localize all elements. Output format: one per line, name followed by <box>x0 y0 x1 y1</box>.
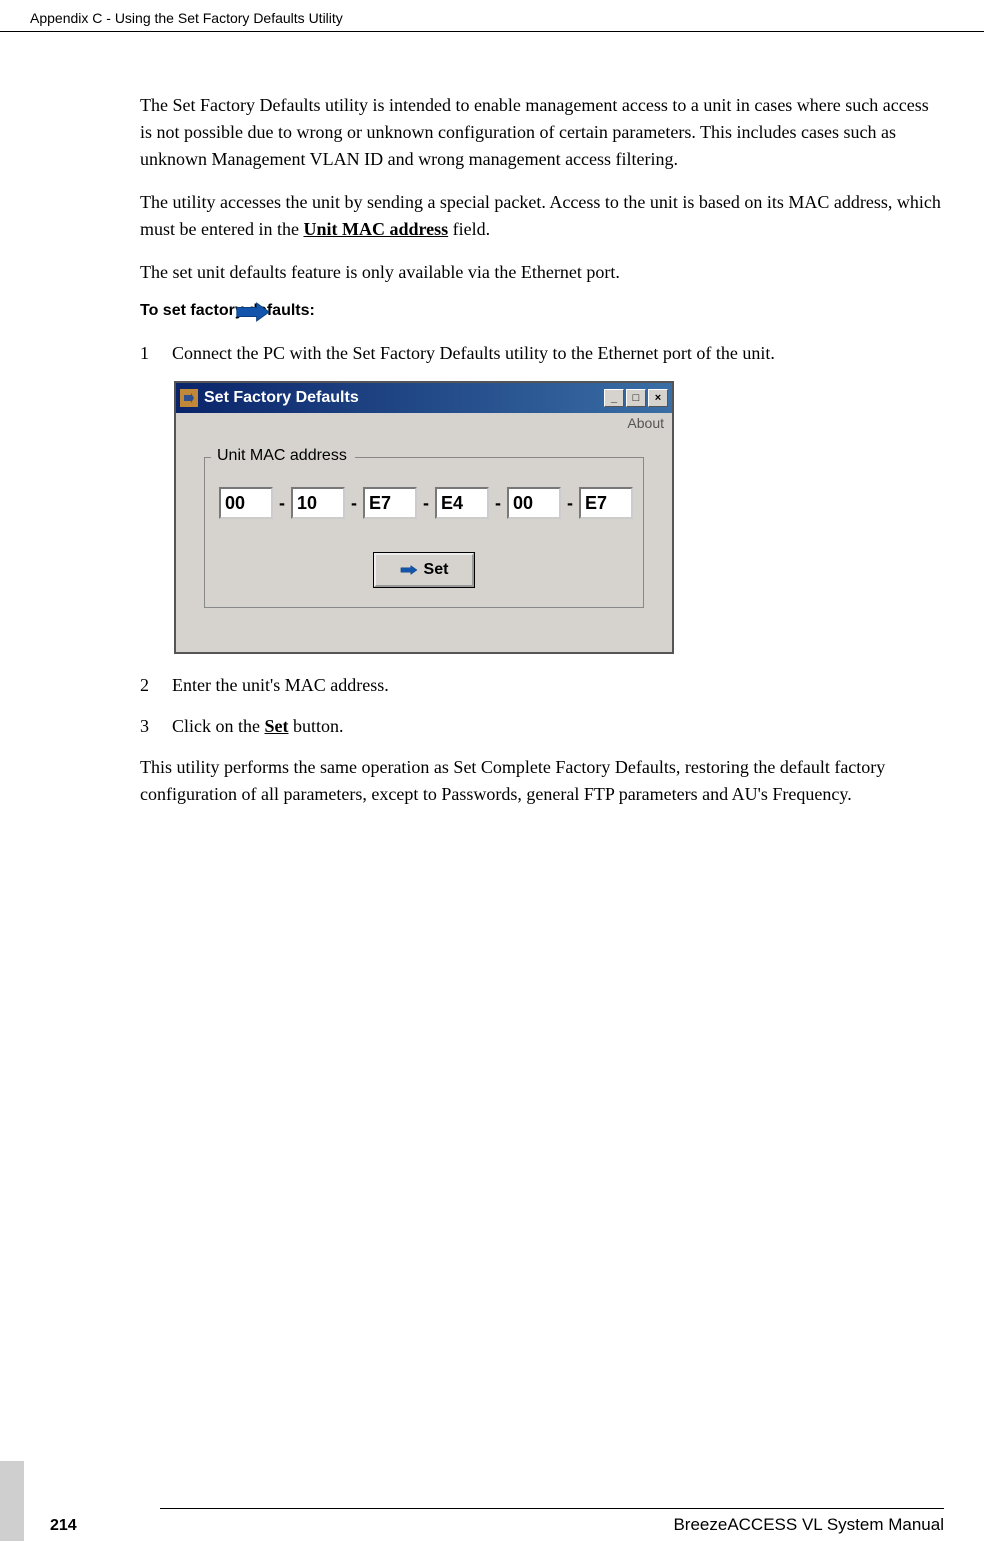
step-3-bold: Set <box>265 716 289 736</box>
mac-dash-1: - <box>279 493 285 514</box>
step-1-number: 1 <box>140 340 172 367</box>
paragraph-3: The set unit defaults feature is only av… <box>140 259 944 286</box>
mac-address-row: - - - - - <box>219 487 629 519</box>
step-3-number: 3 <box>140 713 172 740</box>
window-title: Set Factory Defaults <box>204 389 604 407</box>
mac-groupbox: Unit MAC address - - - - - <box>204 457 644 608</box>
window-icon <box>180 389 198 407</box>
running-header: Appendix C - Using the Set Factory Defau… <box>0 0 984 32</box>
step-3c: button. <box>289 716 344 736</box>
maximize-button[interactable]: □ <box>626 389 646 407</box>
set-button[interactable]: Set <box>374 553 474 587</box>
titlebar: Set Factory Defaults _ □ × <box>176 383 672 413</box>
mac-dash-5: - <box>567 493 573 514</box>
procedure-arrow-icon <box>235 302 271 322</box>
about-menu[interactable]: About <box>176 413 672 433</box>
step-1: 1 Connect the PC with the Set Factory De… <box>140 340 944 367</box>
set-arrow-icon <box>400 564 418 576</box>
groupbox-label: Unit MAC address <box>213 447 351 465</box>
mac-octet-5[interactable] <box>507 487 561 519</box>
page-content: The Set Factory Defaults utility is inte… <box>0 32 984 844</box>
close-button[interactable]: × <box>648 389 668 407</box>
mac-octet-3[interactable] <box>363 487 417 519</box>
minimize-button[interactable]: _ <box>604 389 624 407</box>
paragraph-2c: field. <box>448 219 490 239</box>
page-footer: 214 BreezeACCESS VL System Manual <box>30 1508 944 1535</box>
step-2-number: 2 <box>140 672 172 699</box>
set-button-label: Set <box>424 561 449 579</box>
mac-octet-1[interactable] <box>219 487 273 519</box>
step-3-text: Click on the Set button. <box>172 713 944 740</box>
step-3a: Click on the <box>172 716 265 736</box>
titlebar-buttons: _ □ × <box>604 389 668 407</box>
mac-dash-4: - <box>495 493 501 514</box>
paragraph-4: This utility performs the same operation… <box>140 754 944 808</box>
mac-octet-4[interactable] <box>435 487 489 519</box>
embedded-screenshot: Set Factory Defaults _ □ × About Unit MA… <box>174 381 944 654</box>
window-bottom-space <box>176 618 672 652</box>
footer-rule <box>160 1508 944 1509</box>
mac-dash-3: - <box>423 493 429 514</box>
paragraph-2: The utility accesses the unit by sending… <box>140 189 944 243</box>
mac-octet-2[interactable] <box>291 487 345 519</box>
step-3: 3 Click on the Set button. <box>140 713 944 740</box>
step-2: 2 Enter the unit's MAC address. <box>140 672 944 699</box>
mac-octet-6[interactable] <box>579 487 633 519</box>
manual-name: BreezeACCESS VL System Manual <box>673 1515 944 1535</box>
step-2-text: Enter the unit's MAC address. <box>172 672 944 699</box>
page-gray-tab <box>0 1461 24 1541</box>
set-factory-defaults-window: Set Factory Defaults _ □ × About Unit MA… <box>174 381 674 654</box>
page-number: 214 <box>50 1517 77 1535</box>
paragraph-2a: The utility accesses the unit by sending… <box>140 192 941 239</box>
step-1-text: Connect the PC with the Set Factory Defa… <box>172 340 944 367</box>
paragraph-1: The Set Factory Defaults utility is inte… <box>140 92 944 173</box>
mac-dash-2: - <box>351 493 357 514</box>
unit-mac-bold: Unit MAC address <box>303 219 448 239</box>
